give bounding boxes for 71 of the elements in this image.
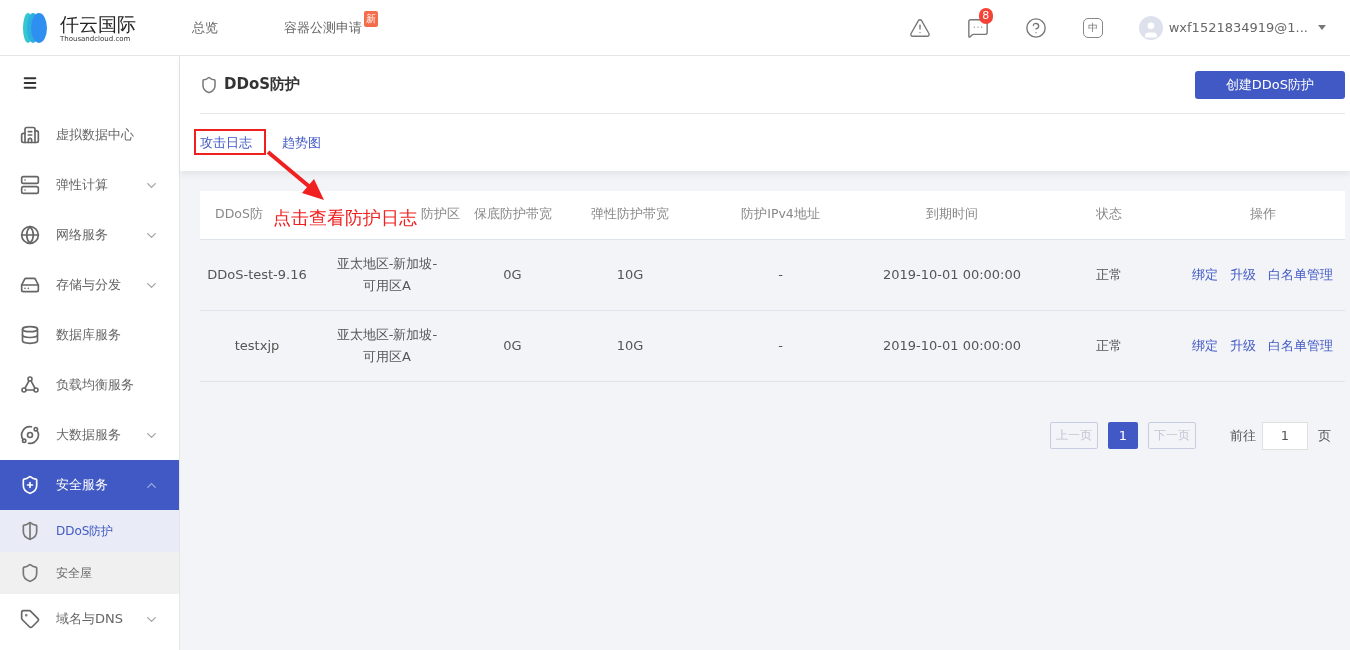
- sidebar-item[interactable]: 虚拟数据中心: [0, 110, 179, 160]
- shield-icon: [200, 75, 218, 94]
- nav-link[interactable]: 总览: [192, 18, 218, 37]
- table-cell: -: [695, 239, 866, 310]
- nav-link[interactable]: 容器公测申请: [284, 18, 362, 37]
- logo-name: 仟云国际: [60, 12, 136, 35]
- create-button[interactable]: 创建DDoS防护: [1194, 70, 1345, 99]
- drive-icon: [20, 275, 40, 295]
- help-icon[interactable]: [1024, 16, 1047, 39]
- sidebar-item[interactable]: 弹性计算: [0, 160, 179, 210]
- action-link[interactable]: 白名单管理: [1268, 266, 1333, 282]
- server-icon: [20, 175, 40, 195]
- orbit-icon: [20, 425, 40, 445]
- shield-plus-icon: [20, 475, 40, 495]
- tag-icon: [20, 609, 40, 629]
- sidebar-subitem[interactable]: 安全屋: [0, 552, 179, 594]
- shield-icon: [20, 563, 40, 583]
- highlight-frame: [194, 129, 266, 155]
- caret-icon[interactable]: [1318, 25, 1326, 30]
- building-icon: [20, 125, 40, 145]
- count-badge: 8: [978, 7, 993, 24]
- table-cell: 正常: [1038, 239, 1180, 310]
- column-header: 防护IPv4地址: [695, 191, 866, 239]
- column-header: 操作: [1180, 191, 1345, 239]
- globe-icon: [20, 225, 40, 245]
- table-cell: 正常: [1038, 310, 1180, 381]
- action-link[interactable]: 白名单管理: [1268, 337, 1333, 353]
- sidebar-item[interactable]: 域名与DNS: [0, 594, 179, 644]
- shield-icon: [20, 521, 40, 541]
- table-cell: 亚太地区-新加坡-可用区A: [314, 239, 460, 310]
- menu-icon[interactable]: [22, 75, 38, 91]
- table-cell: 2019-10-01 00:00:00: [866, 239, 1038, 310]
- warning-icon[interactable]: [908, 16, 931, 39]
- sidebar-item[interactable]: 负载均衡服务: [0, 360, 179, 410]
- triangle-nodes-icon: [20, 375, 40, 395]
- user-name[interactable]: wxf1521834919@1...: [1168, 20, 1308, 35]
- page-number-button[interactable]: 1: [1108, 422, 1138, 449]
- new-badge: 新: [364, 10, 378, 27]
- table-cell: testxjp: [200, 310, 314, 381]
- table-cell: DDoS-test-9.16: [200, 239, 314, 310]
- table-cell: 亚太地区-新加坡-可用区A: [314, 310, 460, 381]
- tab-link[interactable]: 趋势图: [282, 133, 321, 152]
- column-header: 弹性防护带宽: [565, 191, 695, 239]
- sidebar-item[interactable]: 大数据服务: [0, 410, 179, 460]
- action-link[interactable]: 绑定: [1192, 337, 1218, 353]
- column-header: 状态: [1038, 191, 1180, 239]
- action-link[interactable]: 升级: [1230, 266, 1256, 282]
- table-cell: 10G: [565, 239, 695, 310]
- database-icon: [20, 325, 40, 345]
- table-cell: 2019-10-01 00:00:00: [866, 310, 1038, 381]
- page-title: DDoS防护: [224, 75, 301, 94]
- column-header: 到期时间: [866, 191, 1038, 239]
- table-cell: 0G: [460, 239, 565, 310]
- tab-link[interactable]: 攻击日志: [200, 133, 252, 152]
- language-button[interactable]: 中: [1082, 17, 1103, 38]
- sidebar-item[interactable]: 网络服务: [0, 210, 179, 260]
- annotation-text: 点击查看防护日志: [273, 207, 417, 229]
- table-cell: -: [695, 310, 866, 381]
- sidebar-item[interactable]: 安全服务: [0, 460, 179, 510]
- page-suffix: 页: [1318, 426, 1331, 445]
- table-cell: 10G: [565, 310, 695, 381]
- sidebar-item[interactable]: 存储与分发: [0, 260, 179, 310]
- action-link[interactable]: 绑定: [1192, 266, 1218, 282]
- action-link[interactable]: 升级: [1230, 337, 1256, 353]
- page-input-field[interactable]: 1: [1262, 421, 1308, 450]
- sidebar-subitem[interactable]: DDoS防护: [0, 510, 179, 552]
- table-cell: 0G: [460, 310, 565, 381]
- goto-label: 前往: [1230, 426, 1256, 445]
- arrow-icon: [266, 150, 326, 202]
- column-header: 保底防护带宽: [460, 191, 565, 239]
- sidebar-item[interactable]: 数据库服务: [0, 310, 179, 360]
